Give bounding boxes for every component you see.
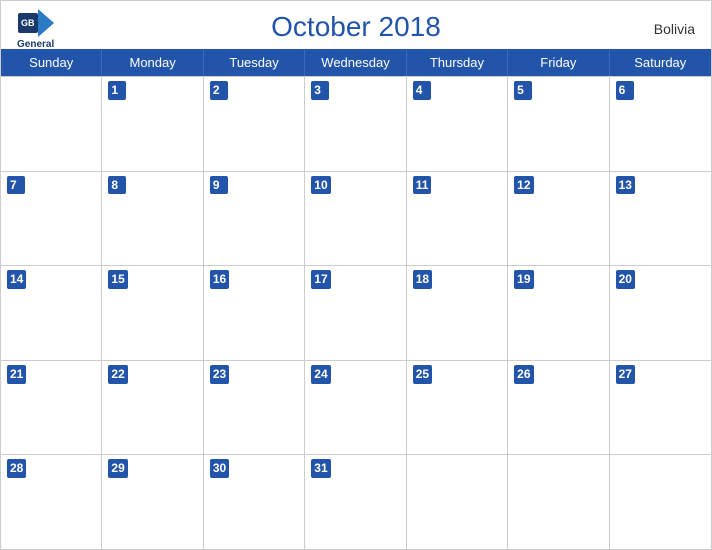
logo: GB General Blue [17,9,54,61]
day-number: 18 [413,270,432,289]
day-header-monday: Monday [102,49,203,76]
day-cell: 16 [204,266,305,360]
day-number: 14 [7,270,26,289]
week-row-3: 14 15 16 17 18 19 20 [1,265,711,360]
day-cell: 11 [407,172,508,266]
day-number: 8 [108,176,126,195]
week-row-4: 21 22 23 24 25 26 27 [1,360,711,455]
day-cell: 23 [204,361,305,455]
day-cell: 20 [610,266,711,360]
day-number: 31 [311,459,330,478]
day-cell: 14 [1,266,102,360]
day-number: 4 [413,81,431,100]
calendar-title: October 2018 [271,11,441,43]
day-cell: 29 [102,455,203,549]
day-header-wednesday: Wednesday [305,49,406,76]
day-headers-row: SundayMondayTuesdayWednesdayThursdayFrid… [1,49,711,76]
day-cell: 2 [204,77,305,171]
day-number: 25 [413,365,432,384]
day-cell [508,455,609,549]
day-cell: 4 [407,77,508,171]
day-cell: 13 [610,172,711,266]
day-cell: 12 [508,172,609,266]
day-cell: 18 [407,266,508,360]
calendar-header: GB General Blue October 2018 Bolivia [1,1,711,49]
day-cell: 6 [610,77,711,171]
calendar-grid: 1234567891011121314151617181920212223242… [1,76,711,549]
day-number: 12 [514,176,533,195]
day-number: 26 [514,365,533,384]
day-cell: 27 [610,361,711,455]
day-cell: 17 [305,266,406,360]
day-number: 17 [311,270,330,289]
day-number: 11 [413,176,432,195]
week-row-1: 1 2 3 4 5 6 [1,76,711,171]
day-cell: 24 [305,361,406,455]
day-cell: 22 [102,361,203,455]
day-cell: 8 [102,172,203,266]
day-cell: 25 [407,361,508,455]
day-number: 6 [616,81,634,100]
day-cell: 15 [102,266,203,360]
day-number: 10 [311,176,330,195]
day-cell: 1 [102,77,203,171]
day-number: 21 [7,365,26,384]
day-header-friday: Friday [508,49,609,76]
week-row-5: 28 29 30 31 [1,454,711,549]
day-cell: 28 [1,455,102,549]
day-cell [610,455,711,549]
day-header-thursday: Thursday [407,49,508,76]
logo-general-text: General [17,39,54,50]
day-number: 22 [108,365,127,384]
day-number: 24 [311,365,330,384]
day-cell: 21 [1,361,102,455]
day-cell: 31 [305,455,406,549]
day-number: 5 [514,81,532,100]
day-number: 23 [210,365,229,384]
logo-blue-text: Blue [25,50,47,61]
day-cell: 7 [1,172,102,266]
day-cell: 30 [204,455,305,549]
day-cell: 10 [305,172,406,266]
day-number: 20 [616,270,635,289]
day-cell: 19 [508,266,609,360]
day-cell: 3 [305,77,406,171]
day-number: 9 [210,176,228,195]
week-row-2: 7 8 9 10 11 12 13 [1,171,711,266]
day-number: 13 [616,176,635,195]
day-header-tuesday: Tuesday [204,49,305,76]
day-cell: 9 [204,172,305,266]
day-number: 19 [514,270,533,289]
day-number: 30 [210,459,229,478]
day-number: 1 [108,81,126,100]
day-number: 29 [108,459,127,478]
day-number: 15 [108,270,127,289]
day-number: 16 [210,270,229,289]
day-cell: 5 [508,77,609,171]
country-label: Bolivia [654,21,695,37]
day-cell [1,77,102,171]
day-number: 2 [210,81,228,100]
day-cell: 26 [508,361,609,455]
svg-text:GB: GB [21,18,35,28]
day-number: 28 [7,459,26,478]
day-number: 27 [616,365,635,384]
day-header-saturday: Saturday [610,49,711,76]
day-number: 3 [311,81,329,100]
day-number: 7 [7,176,25,195]
calendar: GB General Blue October 2018 Bolivia Sun… [0,0,712,550]
day-cell [407,455,508,549]
